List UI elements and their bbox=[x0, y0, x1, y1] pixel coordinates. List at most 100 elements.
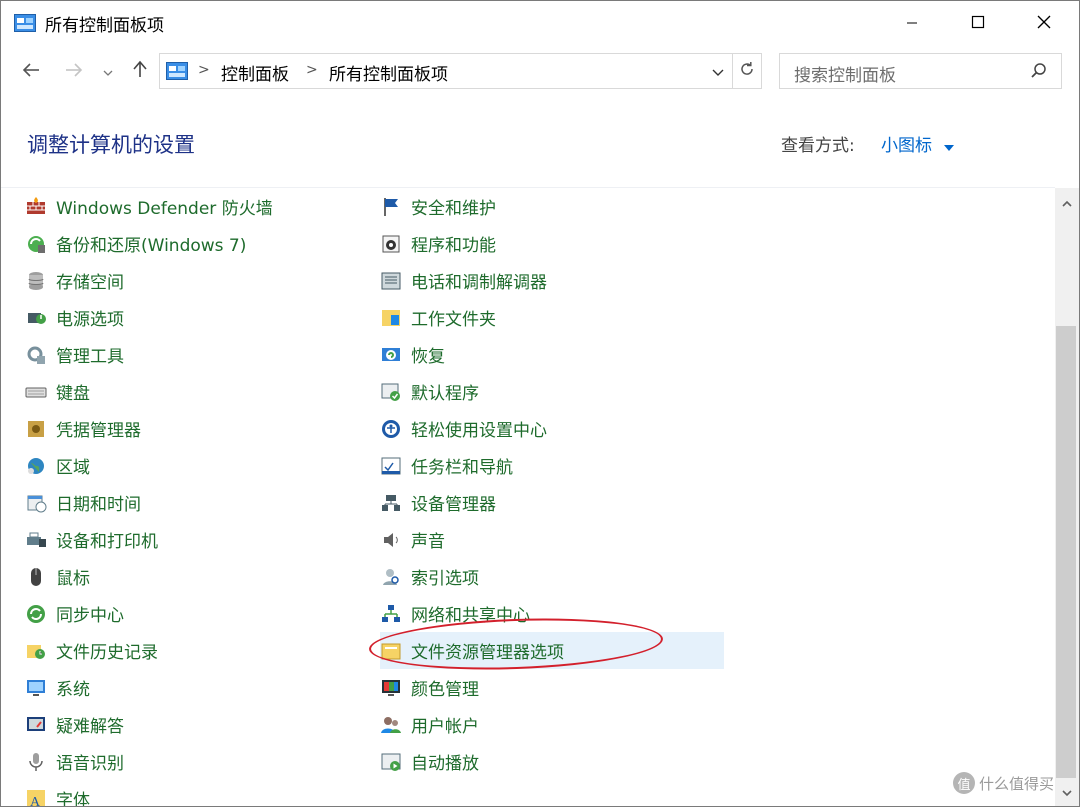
control-panel-item[interactable]: 存储空间 bbox=[25, 262, 273, 299]
control-panel-item[interactable]: 备份和还原(Windows 7) bbox=[25, 225, 273, 262]
mouse-icon bbox=[25, 566, 47, 588]
search-input[interactable]: 搜索控制面板 bbox=[779, 53, 1062, 89]
control-panel-item[interactable]: 疑难解答 bbox=[25, 706, 273, 743]
page-title: 调整计算机的设置 bbox=[27, 133, 195, 157]
control-panel-item[interactable]: 自动播放 bbox=[380, 743, 724, 780]
control-panel-item[interactable]: 用户帐户 bbox=[380, 706, 724, 743]
search-icon[interactable] bbox=[1030, 62, 1048, 84]
control-panel-item[interactable]: 设备和打印机 bbox=[25, 521, 273, 558]
control-panel-item-label[interactable]: 声音 bbox=[411, 527, 445, 552]
control-panel-item-label[interactable]: 安全和维护 bbox=[411, 194, 496, 219]
indexing-icon bbox=[380, 566, 402, 588]
refresh-button[interactable] bbox=[732, 53, 762, 89]
control-panel-item-label[interactable]: 语音识别 bbox=[56, 749, 124, 774]
control-panel-item-label[interactable]: 设备和打印机 bbox=[56, 527, 158, 552]
scroll-down-button[interactable] bbox=[1055, 778, 1079, 804]
control-panel-item[interactable]: 恢复 bbox=[380, 336, 724, 373]
control-panel-item-label[interactable]: 颜色管理 bbox=[411, 675, 479, 700]
control-panel-item[interactable]: 颜色管理 bbox=[380, 669, 724, 706]
control-panel-item[interactable]: 声音 bbox=[380, 521, 724, 558]
control-panel-item[interactable]: 安全和维护 bbox=[380, 188, 724, 225]
vertical-scrollbar[interactable] bbox=[1055, 188, 1079, 806]
search-placeholder: 搜索控制面板 bbox=[794, 66, 896, 86]
control-panel-item[interactable]: 管理工具 bbox=[25, 336, 273, 373]
control-panel-item[interactable]: 轻松使用设置中心 bbox=[380, 410, 724, 447]
up-button[interactable] bbox=[127, 57, 153, 85]
firewall-icon bbox=[25, 196, 47, 218]
control-panel-item-label[interactable]: 轻松使用设置中心 bbox=[411, 416, 547, 441]
control-panel-item[interactable]: 电话和调制解调器 bbox=[380, 262, 724, 299]
view-by-label: 查看方式: bbox=[781, 136, 855, 156]
scroll-thumb[interactable] bbox=[1056, 326, 1076, 778]
control-panel-item-label[interactable]: 疑难解答 bbox=[56, 712, 124, 737]
control-panel-item-label[interactable]: 系统 bbox=[56, 675, 90, 700]
breadcrumb-control-panel[interactable]: 控制面板 bbox=[221, 60, 289, 85]
close-button[interactable] bbox=[1011, 1, 1077, 45]
control-panel-item-label[interactable]: 索引选项 bbox=[411, 564, 479, 589]
control-panel-item[interactable]: 默认程序 bbox=[380, 373, 724, 410]
breadcrumb-all-items[interactable]: 所有控制面板项 bbox=[329, 60, 448, 85]
control-panel-item[interactable]: 工作文件夹 bbox=[380, 299, 724, 336]
control-panel-item-label[interactable]: 电话和调制解调器 bbox=[411, 268, 547, 293]
control-panel-item[interactable]: 程序和功能 bbox=[380, 225, 724, 262]
control-panel-item[interactable]: 同步中心 bbox=[25, 595, 273, 632]
breadcrumb-separator[interactable]: > bbox=[306, 62, 318, 78]
ease-of-access-icon bbox=[380, 418, 402, 440]
control-panel-item-label[interactable]: 程序和功能 bbox=[411, 231, 496, 256]
control-panel-item[interactable]: 日期和时间 bbox=[25, 484, 273, 521]
control-panel-item-label[interactable]: 备份和还原(Windows 7) bbox=[56, 231, 246, 256]
control-panel-item-label[interactable]: 任务栏和导航 bbox=[411, 453, 513, 478]
control-panel-item-label[interactable]: 用户帐户 bbox=[411, 712, 479, 737]
dropdown-triangle-icon[interactable] bbox=[943, 137, 955, 156]
control-panel-item-label[interactable]: 凭据管理器 bbox=[56, 416, 141, 441]
control-panel-item-label[interactable]: 字体 bbox=[56, 786, 90, 806]
control-panel-item-label[interactable]: 自动播放 bbox=[411, 749, 479, 774]
control-panel-item[interactable]: 任务栏和导航 bbox=[380, 447, 724, 484]
control-panel-item-label[interactable]: 同步中心 bbox=[56, 601, 124, 626]
control-panel-item-label[interactable]: 恢复 bbox=[411, 342, 445, 367]
recovery-icon bbox=[380, 344, 402, 366]
back-button[interactable] bbox=[18, 57, 44, 85]
control-panel-item[interactable]: 电源选项 bbox=[25, 299, 273, 336]
breadcrumb-separator[interactable]: > bbox=[198, 62, 210, 78]
control-panel-item-label[interactable]: 工作文件夹 bbox=[411, 305, 496, 330]
control-panel-item-label[interactable]: 默认程序 bbox=[411, 379, 479, 404]
address-dropdown-button[interactable] bbox=[705, 58, 731, 84]
control-panel-item[interactable]: 设备管理器 bbox=[380, 484, 724, 521]
admin-tools-icon bbox=[25, 344, 47, 366]
control-panel-item-label[interactable]: 电源选项 bbox=[56, 305, 124, 330]
control-panel-item-label[interactable]: Windows Defender 防火墙 bbox=[56, 194, 273, 219]
control-panel-item[interactable]: 凭据管理器 bbox=[25, 410, 273, 447]
control-panel-item[interactable]: 语音识别 bbox=[25, 743, 273, 780]
control-panel-item-label[interactable]: 存储空间 bbox=[56, 268, 124, 293]
control-panel-item[interactable]: 鼠标 bbox=[25, 558, 273, 595]
control-panel-item[interactable]: 系统 bbox=[25, 669, 273, 706]
control-panel-item[interactable]: A 字体 bbox=[25, 780, 273, 806]
control-panel-item-label[interactable]: 区域 bbox=[56, 453, 90, 478]
control-panel-item-label[interactable]: 设备管理器 bbox=[411, 490, 496, 515]
recent-locations-button[interactable] bbox=[97, 57, 119, 85]
control-panel-item-label[interactable]: 管理工具 bbox=[56, 342, 124, 367]
control-panel-item[interactable]: 文件历史记录 bbox=[25, 632, 273, 669]
font-icon: A bbox=[25, 788, 47, 806]
control-panel-item[interactable]: 键盘 bbox=[25, 373, 273, 410]
control-panel-item-label[interactable]: 文件历史记录 bbox=[56, 638, 158, 663]
minimize-button[interactable] bbox=[879, 1, 945, 45]
control-panel-item-label[interactable]: 日期和时间 bbox=[56, 490, 141, 515]
control-panel-item[interactable]: Windows Defender 防火墙 bbox=[25, 188, 273, 225]
file-history-icon bbox=[25, 640, 47, 662]
forward-button[interactable] bbox=[61, 57, 87, 85]
title-bar[interactable]: 所有控制面板项 bbox=[1, 1, 1079, 45]
address-bar[interactable]: > 控制面板 > 所有控制面板项 bbox=[159, 53, 733, 89]
control-panel-item-label[interactable]: 鼠标 bbox=[56, 564, 90, 589]
scroll-up-button[interactable] bbox=[1055, 188, 1079, 214]
view-by-dropdown[interactable]: 小图标 bbox=[881, 131, 932, 156]
taskbar-icon bbox=[380, 455, 402, 477]
control-panel-item[interactable]: 区域 bbox=[25, 447, 273, 484]
control-panel-item-label[interactable]: 键盘 bbox=[56, 379, 90, 404]
maximize-button[interactable] bbox=[945, 1, 1011, 45]
keyboard-icon bbox=[25, 381, 47, 403]
minimize-icon bbox=[906, 14, 918, 33]
control-panel-item[interactable]: 索引选项 bbox=[380, 558, 724, 595]
control-panel-window: 所有控制面板项 > 控制面板 > 所有控制面板项 搜索控制面板 调整计算机的设置… bbox=[0, 0, 1080, 807]
